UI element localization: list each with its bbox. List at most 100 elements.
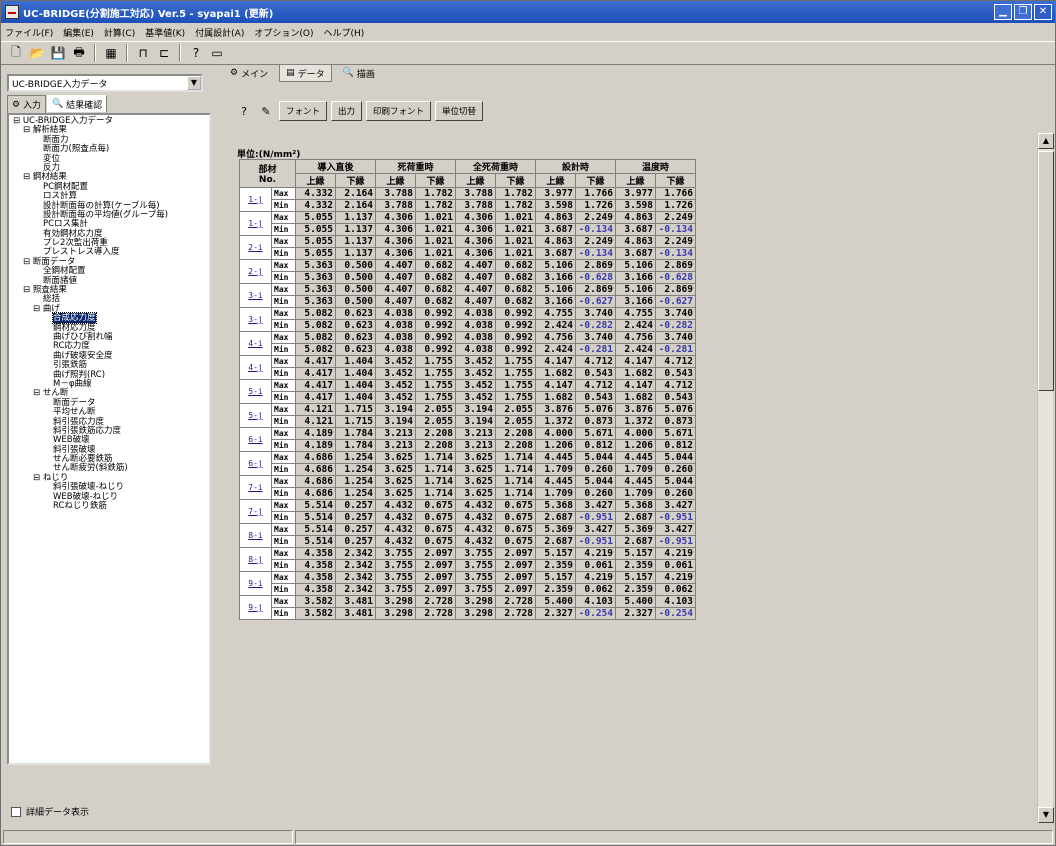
group-header: 温度時 bbox=[615, 159, 696, 174]
calculate-icon[interactable]: ▦ bbox=[102, 44, 120, 62]
tab-input[interactable]: ⚙ 入力 bbox=[7, 95, 46, 113]
tree-item[interactable]: 断面データ bbox=[9, 398, 209, 408]
stress-cell: 1.784 bbox=[335, 439, 376, 452]
restore-button[interactable]: ❐ bbox=[1014, 4, 1032, 20]
member-link[interactable]: 3-i bbox=[239, 283, 272, 308]
tree-item[interactable]: 有効鋼材応力度 bbox=[9, 229, 209, 239]
stress-cell: 1.021 bbox=[495, 235, 536, 248]
menu-item-5[interactable]: オプション(O) bbox=[254, 26, 313, 39]
tree-item[interactable]: 変位 bbox=[9, 154, 209, 164]
tree-item[interactable]: WEB破壊-ねじり bbox=[9, 492, 209, 502]
stress-cell: 4.358 bbox=[295, 571, 336, 584]
tree-item[interactable]: 曲げ照判(RC) bbox=[9, 370, 209, 380]
tree-item[interactable]: 全鋼材配置 bbox=[9, 267, 209, 276]
open-folder-icon[interactable]: 📂 bbox=[28, 44, 46, 62]
tree-item[interactable]: 曲げひび割れ幅 bbox=[9, 332, 209, 342]
stress-cell: 2.055 bbox=[415, 403, 456, 416]
upper-edge-header: 上縁 bbox=[535, 173, 576, 188]
scroll-thumb[interactable] bbox=[1038, 151, 1054, 391]
menu-item-0[interactable]: ファイル(F) bbox=[5, 26, 53, 39]
font-button[interactable]: フォント bbox=[279, 101, 328, 121]
detail-checkbox[interactable] bbox=[11, 806, 21, 817]
tab-data[interactable]: ▤ データ bbox=[279, 64, 332, 82]
stress-cell: 5.514 bbox=[295, 535, 336, 548]
member-link[interactable]: 7-j bbox=[239, 499, 272, 524]
member-link[interactable]: 1-j bbox=[239, 211, 272, 236]
tree-item[interactable]: ⊟ 断面データ bbox=[9, 257, 209, 267]
results-tree[interactable]: ⊟ UC-BRIDGE入力データ ⊟ 解析結果 断面力 断面力(照査点毎) 変位 反力 ⊟ … bbox=[7, 113, 211, 765]
close-button[interactable]: ✕ bbox=[1034, 4, 1052, 20]
stress-cell: 5.157 bbox=[535, 571, 576, 584]
tree-item[interactable]: 設計断面毎の平均値(グループ毎) bbox=[9, 210, 209, 220]
member-link[interactable]: 9-j bbox=[239, 595, 272, 620]
tab-main[interactable]: ⚙ メイン bbox=[223, 64, 275, 82]
member-header: 部材 No. bbox=[239, 159, 296, 188]
table-row: 5-i Max 4.417 1.404 3.452 1.755 3.452 1.755 4.14… bbox=[239, 379, 696, 404]
table-row: Min 5.055 1.137 4.306 1.021 4.306 1.021 3.687 -0… bbox=[240, 247, 696, 260]
menu-item-6[interactable]: ヘルプ(H) bbox=[323, 26, 364, 39]
table-row: 1-j Max 5.055 1.137 4.306 1.021 4.306 1.021 4.86… bbox=[239, 211, 696, 236]
tree-item[interactable]: 斜引張鉄筋応力度 bbox=[9, 426, 209, 436]
scroll-up-icon[interactable]: ▲ bbox=[1038, 133, 1054, 149]
member-link[interactable]: 5-j bbox=[239, 403, 272, 428]
stress-cell: 2.208 bbox=[495, 439, 536, 452]
vertical-scrollbar[interactable]: ▲ ▼ bbox=[1037, 133, 1054, 823]
member-link[interactable]: 3-j bbox=[239, 307, 272, 332]
print-icon[interactable]: 🖶 bbox=[70, 44, 88, 62]
tree-item[interactable]: WEB破壊 bbox=[9, 436, 209, 445]
tab-results[interactable]: 🔍 結果確認 bbox=[46, 95, 108, 113]
bridge-icon[interactable]: ⊓ bbox=[134, 44, 152, 62]
menu-item-1[interactable]: 編集(E) bbox=[63, 26, 94, 39]
stress-cell: 2.327 bbox=[535, 607, 576, 620]
menu-item-2[interactable]: 計算(C) bbox=[104, 26, 135, 39]
help-icon[interactable]: ? bbox=[187, 44, 205, 62]
member-link[interactable]: 1-j bbox=[239, 187, 272, 212]
help-icon[interactable]: ? bbox=[235, 102, 253, 120]
member-link[interactable]: 5-i bbox=[239, 379, 272, 404]
menu-item-4[interactable]: 付属設計(A) bbox=[195, 26, 244, 39]
print-font-button[interactable]: 印刷フォント bbox=[366, 101, 432, 121]
scroll-down-icon[interactable]: ▼ bbox=[1038, 807, 1054, 823]
output-button[interactable]: 出力 bbox=[331, 101, 363, 121]
member-link[interactable]: 8-j bbox=[239, 547, 272, 572]
tab-draw[interactable]: 🔍 描画 bbox=[336, 64, 382, 82]
tree-item[interactable]: PCロス集計 bbox=[9, 220, 209, 229]
tree-item[interactable]: 曲げ破壊安全度 bbox=[9, 351, 209, 361]
tree-item[interactable]: 断面力(照査点毎) bbox=[9, 144, 209, 154]
min-label: Min bbox=[271, 271, 296, 284]
menu-item-3[interactable]: 基準値(K) bbox=[145, 26, 185, 39]
stress-cell: 5.514 bbox=[295, 511, 336, 524]
tree-item[interactable]: 合成応力度 bbox=[9, 312, 209, 325]
member-link[interactable]: 7-i bbox=[239, 475, 272, 500]
member-link[interactable]: 2-j bbox=[239, 259, 272, 284]
tree-item[interactable]: 引張鉄筋 bbox=[9, 360, 209, 370]
unit-switch-button[interactable]: 単位切替 bbox=[435, 101, 484, 121]
member-link[interactable]: 2-i bbox=[239, 235, 272, 260]
tree-item[interactable]: ⊟ 鋼材結果 bbox=[9, 173, 209, 182]
edit-icon[interactable]: ✎ bbox=[257, 102, 275, 120]
member-link[interactable]: 6-j bbox=[239, 451, 272, 476]
app-icon[interactable] bbox=[5, 5, 19, 19]
minimize-button[interactable]: ▁ bbox=[994, 4, 1012, 20]
new-file-icon[interactable]: 🗋 bbox=[7, 44, 25, 62]
tree-item[interactable]: RCねじり鉄筋 bbox=[9, 501, 209, 511]
save-icon[interactable]: 💾 bbox=[49, 44, 67, 62]
window-icon[interactable]: ▭ bbox=[208, 44, 226, 62]
tree-item[interactable]: ⊟ せん断 bbox=[9, 389, 209, 398]
tree-item[interactable]: ⊟ 解析結果 bbox=[9, 126, 209, 135]
member-link[interactable]: 6-i bbox=[239, 427, 272, 452]
tree-item[interactable]: 平均せん断 bbox=[9, 407, 209, 417]
table-row: Min 4.358 2.342 3.755 2.097 3.755 2.097 2.359 0.… bbox=[240, 559, 696, 572]
member-link[interactable]: 9-i bbox=[239, 571, 272, 596]
member-link[interactable]: 4-i bbox=[239, 331, 272, 356]
data-source-combo[interactable]: UC-BRIDGE入力データ ▼ bbox=[7, 74, 203, 92]
section-icon[interactable]: ⊏ bbox=[155, 44, 173, 62]
chevron-down-icon[interactable]: ▼ bbox=[187, 76, 201, 90]
tree-item[interactable]: PC鋼材配置 bbox=[9, 182, 209, 192]
detail-data-toggle[interactable]: 詳細データ表示 bbox=[11, 805, 89, 818]
member-link[interactable]: 4-j bbox=[239, 355, 272, 380]
member-link[interactable]: 8-i bbox=[239, 523, 272, 548]
tree-item[interactable]: ⊟ 曲げ bbox=[9, 304, 209, 314]
stress-cell: 4.306 bbox=[375, 235, 416, 248]
tree-item[interactable]: ⊟ 照査結果 bbox=[9, 285, 209, 295]
